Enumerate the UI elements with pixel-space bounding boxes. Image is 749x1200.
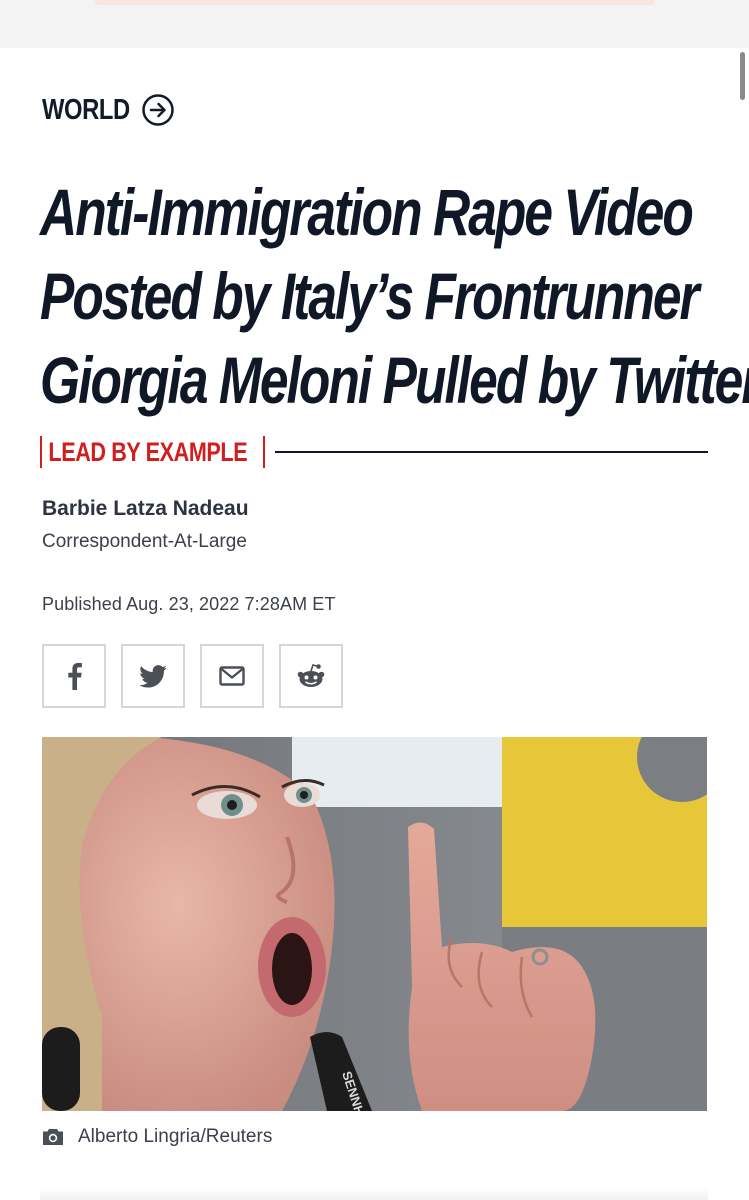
email-icon — [219, 666, 245, 686]
section-link[interactable]: WORLD — [42, 92, 175, 128]
rubric-label: LEAD BY EXAMPLE — [48, 436, 248, 467]
facebook-icon — [68, 662, 82, 690]
share-twitter-button[interactable] — [121, 644, 185, 708]
hero-image: SENNHEI — [42, 737, 707, 1111]
rubric-rule — [274, 451, 708, 453]
share-email-button[interactable] — [200, 644, 264, 708]
share-buttons — [42, 644, 343, 708]
camera-icon — [43, 1129, 63, 1145]
photo-caption: Alberto Lingria/Reuters — [42, 1126, 272, 1148]
headline: Anti-Immigration Rape Video Posted by It… — [40, 170, 749, 422]
author-role: Correspondent-At-Large — [42, 531, 247, 552]
next-content-edge — [40, 1188, 708, 1200]
section-label: WORLD — [42, 93, 130, 126]
photo-credit: Alberto Lingria/Reuters — [78, 1126, 273, 1147]
share-facebook-button[interactable] — [42, 644, 106, 708]
published-date: Published Aug. 23, 2022 7:28AM ET — [42, 594, 336, 614]
scrollbar[interactable] — [740, 52, 745, 100]
top-ad-banner — [0, 0, 749, 48]
ad-strip — [95, 0, 655, 5]
headline-line: Anti-Immigration Rape Video — [40, 175, 694, 249]
reddit-icon — [297, 664, 325, 687]
headline-line: Giorgia Meloni Pulled by Twitter — [40, 343, 749, 417]
rubric: LEAD BY EXAMPLE — [40, 432, 708, 472]
rubric-right-bar — [262, 436, 265, 468]
headline-line: Posted by Italy’s Frontrunner — [40, 259, 700, 333]
hero-photo: SENNHEI — [42, 737, 707, 1111]
author-name[interactable]: Barbie Latza Nadeau — [42, 497, 249, 521]
arrow-circle-right-icon — [141, 93, 175, 127]
twitter-icon — [139, 664, 167, 688]
share-reddit-button[interactable] — [279, 644, 343, 708]
